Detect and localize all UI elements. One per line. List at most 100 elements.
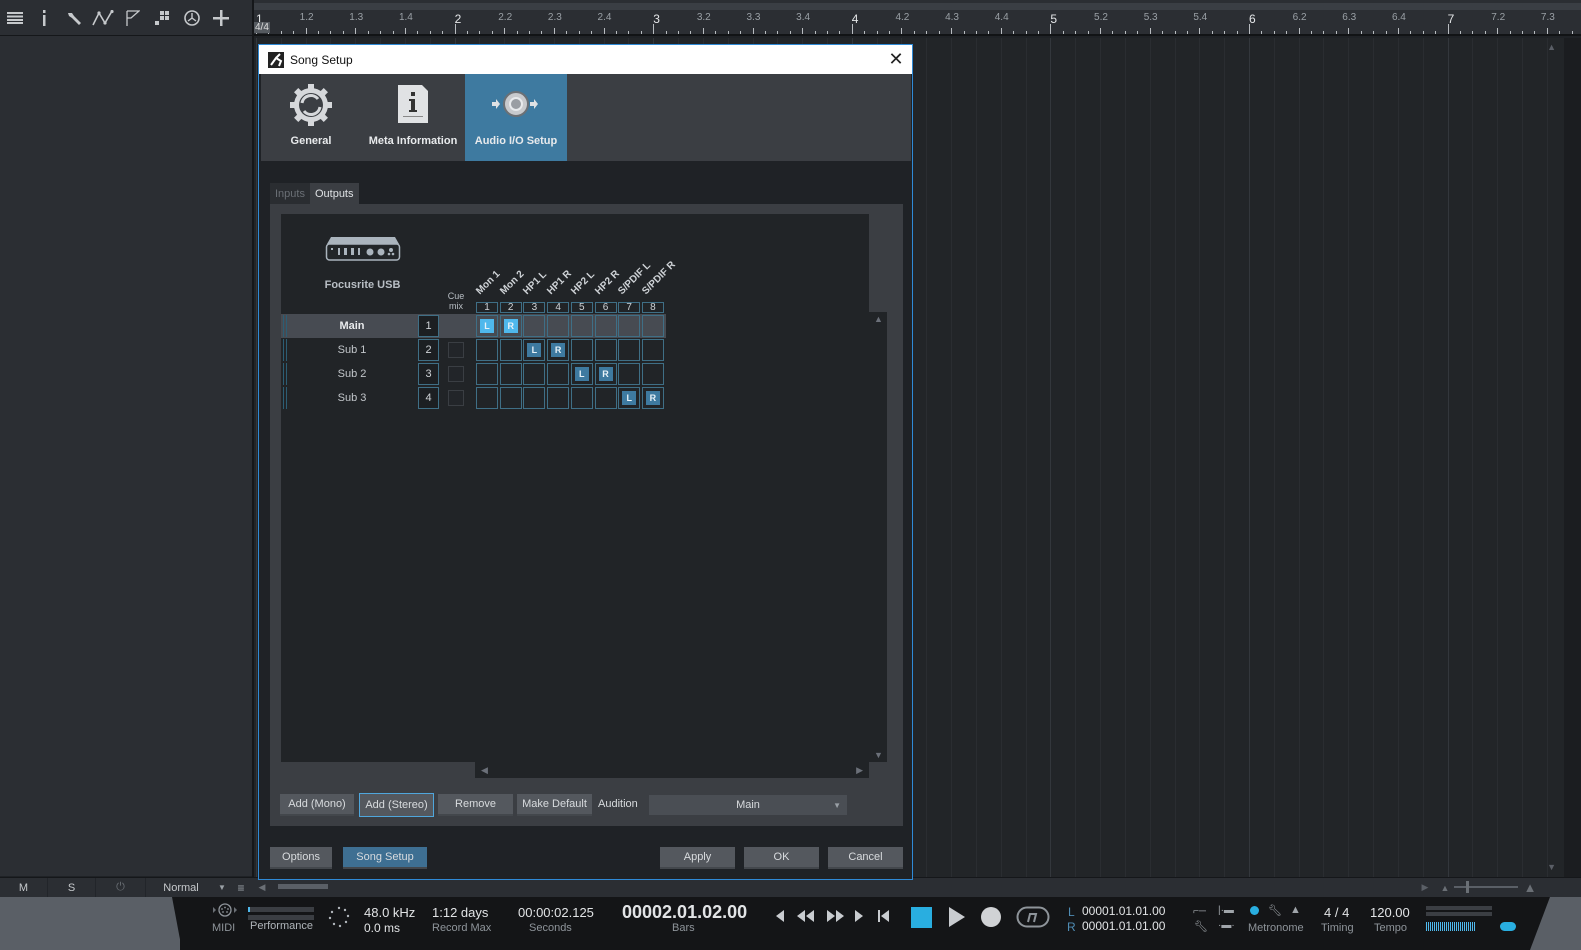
make-default-button[interactable]: Make Default	[517, 794, 592, 816]
sample-rate[interactable]: 48.0 kHz	[364, 905, 415, 920]
midi-icon[interactable]	[212, 902, 238, 922]
routing-cell[interactable]	[618, 363, 641, 385]
routing-cell[interactable]	[523, 315, 546, 337]
scroll-right-icon[interactable]: ▶	[856, 765, 863, 776]
precount-icon[interactable]: ⌐─	[1193, 906, 1206, 917]
routing-cell[interactable]	[570, 339, 593, 361]
routing-cell[interactable]	[594, 315, 617, 337]
menu-icon[interactable]	[0, 0, 30, 36]
performance-label[interactable]: Performance	[250, 920, 313, 932]
close-icon[interactable]: ✕	[886, 48, 906, 70]
marker-flag-icon[interactable]	[118, 0, 148, 36]
routing-cell[interactable]	[641, 339, 664, 361]
routing-cell[interactable]	[523, 387, 546, 409]
subtab-inputs[interactable]: Inputs	[270, 183, 310, 204]
scroll-left-icon[interactable]: ◀	[481, 765, 488, 776]
stop-button[interactable]	[911, 907, 932, 928]
volume-toggle[interactable]	[1500, 922, 1516, 931]
routing-cell[interactable]	[547, 315, 570, 337]
automation-curve-icon[interactable]	[89, 0, 119, 36]
audition-select[interactable]: Main ▼	[649, 795, 847, 815]
ruler-loop-strip[interactable]	[254, 3, 1581, 10]
output-bus-name[interactable]: Sub 3	[285, 387, 419, 409]
record-button[interactable]	[981, 907, 1001, 927]
grid-icon[interactable]	[148, 0, 178, 36]
routing-cell[interactable]: L	[523, 339, 546, 361]
nudge-forward-icon[interactable]	[854, 909, 864, 927]
matrix-horizontal-scrollbar[interactable]: ◀ ▶	[475, 762, 869, 778]
mode-dropdown-icon[interactable]: ▼	[214, 878, 230, 897]
loop-left-value[interactable]: 00001.01.01.00	[1082, 904, 1165, 918]
main-volume-slider[interactable]	[1426, 922, 1476, 931]
routing-cell[interactable]	[476, 339, 498, 361]
fast-forward-icon[interactable]	[826, 909, 846, 927]
routing-cell[interactable]	[641, 363, 664, 385]
tempo-value[interactable]: 120.00	[1370, 905, 1410, 920]
cue-mix-checkbox[interactable]	[448, 342, 464, 358]
scroll-left-icon[interactable]: ◀	[256, 878, 268, 897]
play-button[interactable]	[948, 906, 966, 932]
routing-cell[interactable]	[618, 315, 641, 337]
solo-all-button[interactable]: S	[48, 878, 96, 897]
time-signature-badge[interactable]: 4/4	[254, 22, 270, 33]
cancel-button[interactable]: Cancel	[828, 847, 903, 869]
tab-general[interactable]: General	[261, 74, 361, 161]
routing-cell[interactable]: R	[547, 339, 570, 361]
scroll-down-arrow-icon[interactable]: ▼	[1547, 862, 1556, 872]
arrange-vertical-scrollbar[interactable]	[1564, 38, 1581, 878]
wrench-icon[interactable]	[59, 0, 89, 36]
scroll-right-icon[interactable]: ▶	[1418, 878, 1432, 897]
routing-cell[interactable]: L	[618, 387, 641, 409]
routing-cell[interactable]: R	[641, 387, 664, 409]
rewind-icon[interactable]	[796, 909, 816, 927]
preroll-icon[interactable]: |·▬	[1218, 905, 1234, 916]
output-bus-name[interactable]: Sub 1	[285, 339, 419, 361]
routing-cell[interactable]	[476, 387, 498, 409]
routing-cell[interactable]	[570, 315, 593, 337]
list-icon[interactable]: ≡	[234, 878, 248, 897]
scroll-up-icon[interactable]: ▲	[874, 314, 883, 324]
subtab-outputs[interactable]: Outputs	[309, 183, 359, 204]
output-bus-name[interactable]: Sub 2	[285, 363, 419, 385]
apply-button[interactable]: Apply	[660, 847, 735, 869]
loop-button[interactable]	[1016, 906, 1050, 932]
routing-cell[interactable]	[594, 339, 617, 361]
ok-button[interactable]: OK	[744, 847, 819, 869]
add-stereo-button[interactable]: Add (Stereo)	[359, 793, 434, 817]
zoom-in-icon[interactable]: ▲	[1522, 878, 1538, 897]
cue-mix-checkbox[interactable]	[448, 390, 464, 406]
add-mono-button[interactable]: Add (Mono)	[280, 794, 354, 816]
return-to-zero-icon[interactable]	[878, 909, 890, 927]
autopunch-icon[interactable]: ·▬·	[1218, 920, 1235, 931]
options-button[interactable]: Options	[270, 847, 332, 869]
remove-button[interactable]: Remove	[438, 794, 513, 816]
zoom-out-icon[interactable]: ▲	[1438, 878, 1452, 897]
timeline-ruler[interactable]: 1 1.2 1.3 1.4 2 2.2 2.3 2.4 3 3.2 3.3 3.4 4 4.2 4.3 4.4…	[254, 0, 1581, 36]
loop-right-value[interactable]: 00001.01.01.00	[1082, 919, 1165, 933]
tab-meta-information[interactable]: Meta Information	[361, 74, 465, 161]
mode-select[interactable]: Normal	[146, 878, 216, 897]
info-icon[interactable]	[30, 0, 60, 36]
power-icon[interactable]: ⏻	[96, 878, 146, 897]
routing-cell[interactable]	[499, 363, 522, 385]
routing-cell[interactable]	[641, 315, 664, 337]
routing-cell[interactable]: L	[476, 315, 498, 337]
routing-cell[interactable]	[547, 387, 570, 409]
metronome-wrench-icon[interactable]: 🔧︎	[1268, 904, 1282, 917]
zoom-slider[interactable]	[1454, 886, 1518, 888]
routing-cell[interactable]: R	[499, 315, 522, 337]
routing-cell[interactable]	[594, 387, 617, 409]
horizontal-scroll-thumb[interactable]	[278, 884, 328, 889]
seconds-value[interactable]: 00:00:02.125	[518, 905, 594, 920]
clock-icon[interactable]	[177, 0, 207, 36]
routing-cell[interactable]: L	[570, 363, 593, 385]
mute-all-button[interactable]: M	[0, 878, 48, 897]
matrix-vertical-scrollbar[interactable]: ▲ ▼	[869, 312, 887, 762]
routing-cell[interactable]: R	[594, 363, 617, 385]
metronome-settings-wrench-icon[interactable]: 🔧︎	[1194, 920, 1208, 933]
add-icon[interactable]	[207, 0, 237, 36]
nudge-back-icon[interactable]	[775, 909, 785, 927]
metronome-icon[interactable]: ▲	[1290, 904, 1301, 916]
cue-mix-checkbox[interactable]	[448, 366, 464, 382]
routing-cell[interactable]	[499, 339, 522, 361]
